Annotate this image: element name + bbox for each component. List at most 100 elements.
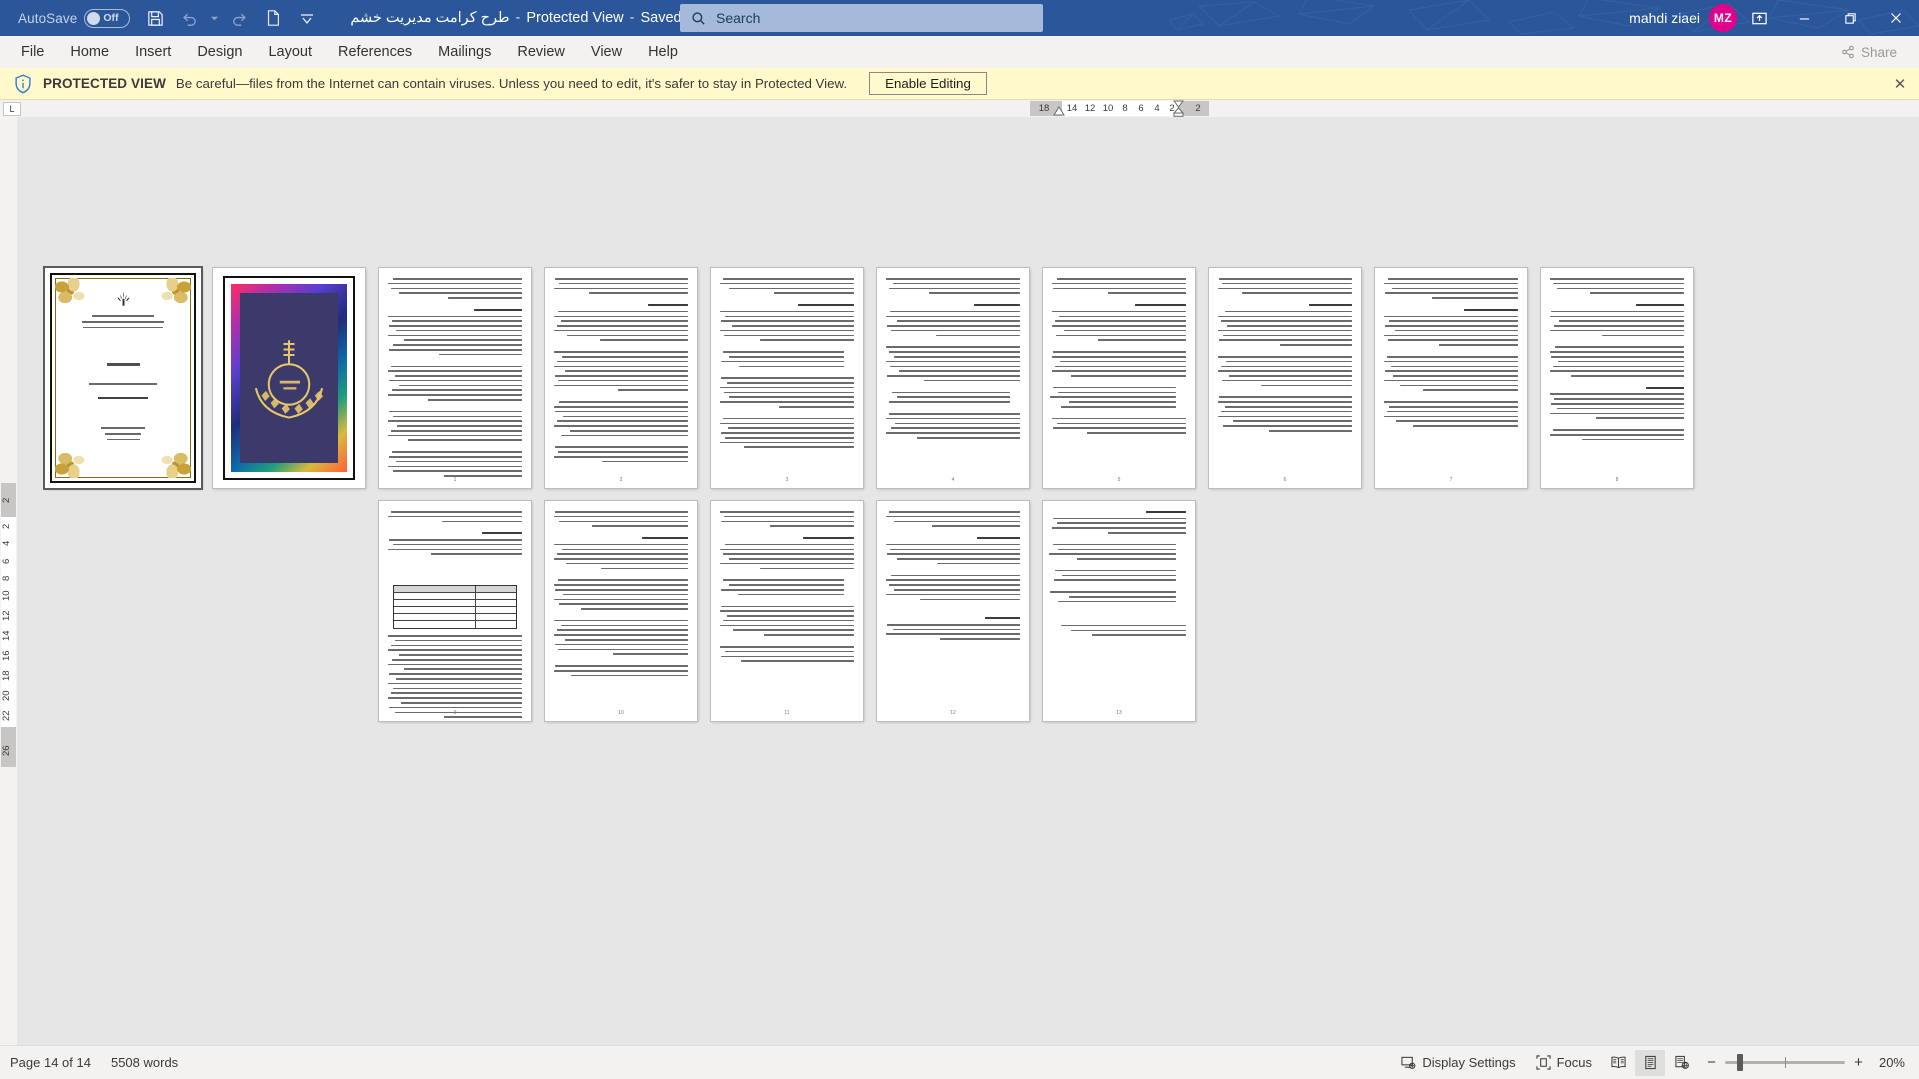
protected-view-title: PROTECTED VIEW [43,76,166,91]
undo-dropdown-icon[interactable] [206,3,222,33]
title-separator-2: - [629,10,635,26]
web-layout-button[interactable] [1667,1050,1697,1076]
page-thumbnail-7[interactable]: 5 [1043,268,1195,488]
share-button[interactable]: Share [1831,40,1907,64]
display-settings-label: Display Settings [1422,1055,1516,1070]
horizontal-ruler[interactable]: L 18 14 12 10 8 6 4 2 2 [0,100,1919,117]
title-bar: AutoSave Off طرح کرامت مدیریت خشم - Prot… [0,0,1919,36]
right-indent-marker-icon[interactable] [1173,100,1184,117]
page-number-label: 1 [453,477,457,483]
page-thumbnail-4[interactable]: 2 [545,268,697,488]
tab-home[interactable]: Home [57,36,122,68]
focus-button[interactable]: Focus [1527,1050,1601,1076]
autosave-switch[interactable]: Off [84,8,131,28]
read-mode-button[interactable] [1603,1050,1633,1076]
zoom-slider[interactable]: − + [1705,1054,1865,1071]
new-document-icon[interactable] [256,3,290,33]
table-row [394,607,516,614]
redo-icon[interactable] [222,3,256,33]
status-bar: Page 14 of 14 5508 words Display Setting… [0,1045,1919,1079]
close-icon[interactable]: ✕ [1891,75,1909,93]
display-settings-button[interactable]: Display Settings [1392,1050,1524,1076]
art-frame-outer [223,276,355,480]
page-thumbnail-13[interactable]: 11 [711,501,863,721]
page-thumbnail-2[interactable] [213,268,365,488]
page-thumbnail-14[interactable]: 12 [877,501,1029,721]
tab-review[interactable]: Review [504,36,578,68]
page-text-block [1050,278,1186,437]
tab-insert[interactable]: Insert [122,36,184,68]
page-text-block [720,278,854,451]
page-text-block [388,278,522,480]
tab-mailings[interactable]: Mailings [425,36,504,68]
restore-button[interactable] [1827,0,1873,36]
table-row [394,600,516,607]
page-thumbnail-11[interactable]: 9 [379,501,531,721]
page-number-label: 12 [950,710,956,716]
page-text-block [1384,278,1518,430]
page-thumbnail-1[interactable] [45,268,201,488]
ribbon-display-options-icon[interactable] [1737,0,1781,36]
zoom-percent-label[interactable]: 20% [1873,1055,1909,1070]
table-row [394,614,516,621]
undo-icon[interactable] [172,3,206,33]
print-layout-button[interactable] [1635,1049,1665,1076]
page-thumbnail-9[interactable]: 7 [1375,268,1527,488]
zoom-track[interactable] [1725,1054,1845,1071]
avatar[interactable]: MZ [1709,4,1737,32]
pages-container: 1 2 3 4 5 6 7 8 9 10 11 12 13 [17,117,1919,1045]
autosave-knob [87,11,101,25]
tab-references[interactable]: References [325,36,425,68]
focus-label: Focus [1556,1055,1592,1070]
word-count[interactable]: 5508 words [101,1050,188,1076]
user-name[interactable]: mahdi ziaei [1629,10,1700,26]
page-number-label: 6 [1283,477,1287,483]
page-thumbnail-15[interactable]: 13 [1043,501,1195,721]
tab-design[interactable]: Design [184,36,255,68]
enable-editing-button[interactable]: Enable Editing [869,72,987,95]
status-bar-right: Display Settings Focus − + 20% [1392,1049,1909,1076]
save-icon[interactable] [138,3,172,33]
table-row [394,621,516,628]
vertical-ruler[interactable]: 2 2 4 6 8 10 12 14 16 18 20 22 26 [0,117,17,1045]
autosave-toggle[interactable]: AutoSave Off [10,4,138,32]
page-number-label: 5 [1117,477,1121,483]
page-thumbnail-8[interactable]: 6 [1209,268,1361,488]
protected-view-message: Be careful—files from the Internet can c… [175,76,848,91]
zoom-thumb[interactable] [1737,1054,1743,1071]
page-thumbnail-3[interactable]: 1 [379,268,531,488]
tab-layout[interactable]: Layout [255,36,325,68]
customize-quick-access-toolbar-icon[interactable] [290,3,324,33]
autosave-label: AutoSave [18,10,78,26]
search-input[interactable]: Search [680,4,1043,32]
page-text-block [886,278,1020,442]
close-button[interactable] [1873,0,1919,36]
protected-view-status: Protected View [526,10,624,26]
page-thumbnail-10[interactable]: 8 [1541,268,1693,488]
title-separator-1: - [515,10,521,26]
page-text-block [1550,278,1684,444]
page-number-label: 8 [1615,477,1619,483]
minimize-button[interactable] [1781,0,1827,36]
page-thumbnail-12[interactable]: 10 [545,501,697,721]
tab-stop-selector[interactable]: L [3,102,21,116]
page-thumbnail-6[interactable]: 4 [877,268,1029,488]
document-canvas[interactable]: 1 2 3 4 5 6 7 8 9 10 11 12 13 [17,117,1919,1045]
page-text-block [720,511,854,665]
zoom-midpoint-marker [1785,1057,1786,1068]
left-indent-marker-icon[interactable] [1053,106,1065,116]
zoom-out-button[interactable]: − [1705,1054,1718,1071]
tab-view[interactable]: View [578,36,635,68]
web-layout-icon [1675,1055,1689,1069]
page-number-label: 3 [785,477,789,483]
page-indicator[interactable]: Page 14 of 14 [0,1050,101,1076]
page-thumbnail-5[interactable]: 3 [711,268,863,488]
zoom-in-button[interactable]: + [1852,1054,1865,1071]
cover-heading [68,363,178,370]
cover-meta-lines [68,427,178,444]
art-gradient-border [231,284,347,472]
art-canvas [240,293,338,463]
search-placeholder: Search [716,10,761,26]
tab-help[interactable]: Help [635,36,691,68]
tab-file[interactable]: File [8,36,57,68]
